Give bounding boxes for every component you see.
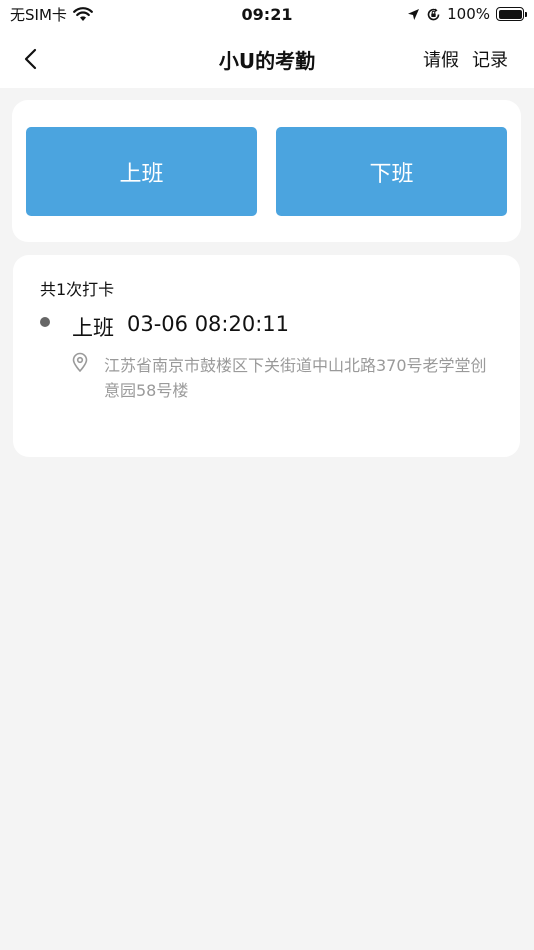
battery-icon (496, 7, 527, 21)
record-address: 江苏省南京市鼓楼区下关街道中山北路370号老学堂创意园58号楼 (104, 356, 487, 400)
status-right: 100% (407, 5, 527, 23)
record-type: 上班 (72, 316, 114, 340)
nav-bar: 小U的考勤 请假 记录 (0, 28, 534, 88)
wifi-icon (72, 6, 93, 21)
clock-in-button[interactable]: 上班 (26, 127, 257, 216)
chevron-left-icon[interactable] (16, 44, 46, 74)
rotation-lock-icon (427, 8, 440, 20)
location-pin-icon (72, 352, 88, 372)
clock-actions-card: 上班 下班 (12, 100, 521, 242)
clock-out-button[interactable]: 下班 (276, 127, 507, 216)
leave-button[interactable]: 请假 (423, 46, 459, 72)
carrier-label: 无SIM卡 (10, 5, 67, 24)
status-left: 无SIM卡 (10, 4, 93, 25)
record-bullet (40, 317, 50, 327)
battery-percent: 100% (447, 5, 490, 23)
location-arrow-icon (408, 8, 420, 20)
nav-actions: 请假 记录 (423, 46, 508, 72)
records-card: 共1次打卡 上班 03-06 08:20:11 江苏省南京市鼓楼区下关街道中山北… (13, 255, 520, 457)
status-bar: 无SIM卡 09:21 100% (0, 0, 534, 28)
punch-count: 共1次打卡 (40, 280, 115, 299)
records-button[interactable]: 记录 (472, 46, 508, 72)
record-time: 03-06 08:20:11 (127, 312, 290, 336)
